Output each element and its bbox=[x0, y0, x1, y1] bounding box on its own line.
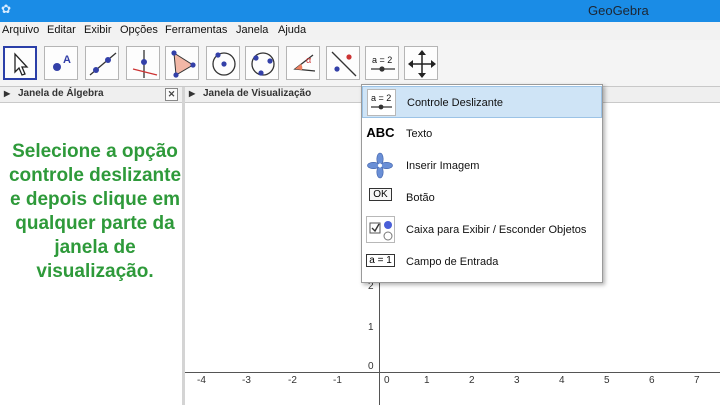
y-tick-label: 0 bbox=[368, 361, 374, 372]
checkbox-icon bbox=[366, 216, 395, 243]
menu-ajuda[interactable]: Ajuda bbox=[278, 24, 306, 36]
menu-editar[interactable]: Editar bbox=[47, 24, 76, 36]
close-icon[interactable]: ✕ bbox=[165, 88, 178, 101]
menu-item-input-box[interactable]: a = 1 Campo de Entrada bbox=[362, 246, 602, 278]
y-tick-label: 1 bbox=[368, 322, 374, 333]
menu-opcoes[interactable]: Opções bbox=[120, 24, 158, 36]
reflect-line-icon bbox=[331, 51, 357, 77]
angle-tool-button[interactable]: α bbox=[286, 46, 320, 80]
button-icon: OK bbox=[366, 184, 395, 211]
svg-text:A: A bbox=[63, 54, 71, 66]
geogebra-app-icon: ✿ bbox=[1, 2, 12, 16]
polygon-tool-button[interactable] bbox=[165, 46, 199, 80]
x-tick-label: 5 bbox=[604, 375, 610, 386]
x-tick-label: 3 bbox=[514, 375, 520, 386]
menu-arquivo[interactable]: Arquivo bbox=[2, 24, 39, 36]
menu-bar: Arquivo Editar Exibir Opções Ferramentas… bbox=[0, 22, 720, 40]
angle-icon: α bbox=[293, 54, 316, 72]
x-tick-label: 2 bbox=[469, 375, 475, 386]
menu-item-slider[interactable]: a = 2 Controle Deslizante bbox=[362, 86, 602, 118]
x-tick-label: -1 bbox=[333, 375, 342, 386]
title-bar: ✿ GeoGebra bbox=[0, 0, 720, 22]
menu-item-label: Texto bbox=[406, 128, 433, 140]
arrow-cursor-icon bbox=[14, 52, 29, 76]
graphics-panel-title: Janela de Visualização bbox=[203, 88, 312, 99]
slider-icon: a = 2 bbox=[367, 89, 396, 116]
point-icon: A bbox=[53, 54, 71, 71]
collapse-triangle-icon[interactable]: ▶ bbox=[189, 89, 195, 98]
perpendicular-line-tool-button[interactable] bbox=[126, 46, 160, 80]
tool-dropdown-menu: a = 2 Controle Deslizante ABC Texto Inse… bbox=[361, 84, 603, 283]
algebra-panel-header: ▶ Janela de Álgebra ✕ bbox=[0, 87, 182, 103]
menu-item-label: Campo de Entrada bbox=[406, 256, 499, 268]
collapse-triangle-icon[interactable]: ▶ bbox=[4, 89, 10, 98]
line-icon bbox=[89, 52, 117, 76]
menu-item-text[interactable]: ABC Texto bbox=[362, 118, 602, 150]
x-tick-label: -4 bbox=[197, 375, 206, 386]
menu-item-label: Controle Deslizante bbox=[407, 97, 503, 109]
circle-three-points-icon bbox=[251, 52, 275, 76]
image-icon bbox=[366, 152, 395, 179]
x-tick-label: -3 bbox=[242, 375, 251, 386]
input-box-icon: a = 1 bbox=[366, 248, 395, 275]
reflect-tool-button[interactable] bbox=[326, 46, 360, 80]
svg-text:a = 2: a = 2 bbox=[372, 55, 392, 65]
svg-text:α: α bbox=[306, 55, 311, 65]
circle-icon bbox=[212, 52, 236, 76]
conic-tool-button[interactable] bbox=[245, 46, 279, 80]
polygon-icon bbox=[171, 50, 196, 78]
menu-item-label: Inserir Imagem bbox=[406, 160, 480, 172]
instruction-text: Selecione a opção controle deslizante e … bbox=[8, 141, 182, 282]
perpendicular-line-icon bbox=[132, 50, 158, 78]
point-tool-button[interactable]: A bbox=[44, 46, 78, 80]
menu-exibir[interactable]: Exibir bbox=[84, 24, 112, 36]
menu-item-button[interactable]: OK Botão bbox=[362, 182, 602, 214]
move-cross-arrows-icon bbox=[408, 50, 436, 78]
line-tool-button[interactable] bbox=[85, 46, 119, 80]
menu-janela[interactable]: Janela bbox=[236, 24, 268, 36]
x-tick-label: 6 bbox=[649, 375, 655, 386]
menu-item-insert-image[interactable]: Inserir Imagem bbox=[362, 150, 602, 182]
menu-ferramentas[interactable]: Ferramentas bbox=[165, 24, 227, 36]
menu-item-label: Botão bbox=[406, 192, 435, 204]
menu-item-checkbox[interactable]: Caixa para Exibir / Esconder Objetos bbox=[362, 214, 602, 246]
x-tick-label: 0 bbox=[384, 375, 390, 386]
x-tick-label: -2 bbox=[288, 375, 297, 386]
menu-item-label: Caixa para Exibir / Esconder Objetos bbox=[406, 224, 587, 236]
svg-text:a = 2: a = 2 bbox=[371, 93, 391, 103]
text-icon: ABC bbox=[366, 120, 395, 147]
slider-icon: a = 2 bbox=[371, 55, 395, 72]
algebra-panel-title: Janela de Álgebra bbox=[18, 88, 104, 99]
x-tick-label: 7 bbox=[694, 375, 700, 386]
x-tick-label: 4 bbox=[559, 375, 565, 386]
toolbar: A α a = 2 bbox=[0, 40, 720, 87]
move-graphics-view-tool-button[interactable] bbox=[404, 46, 438, 80]
x-tick-label: 1 bbox=[424, 375, 430, 386]
slider-tool-button[interactable]: a = 2 bbox=[365, 46, 399, 80]
window-title: GeoGebra bbox=[588, 3, 649, 18]
move-tool-button[interactable] bbox=[3, 46, 37, 80]
x-axis bbox=[185, 372, 720, 373]
circle-tool-button[interactable] bbox=[206, 46, 240, 80]
